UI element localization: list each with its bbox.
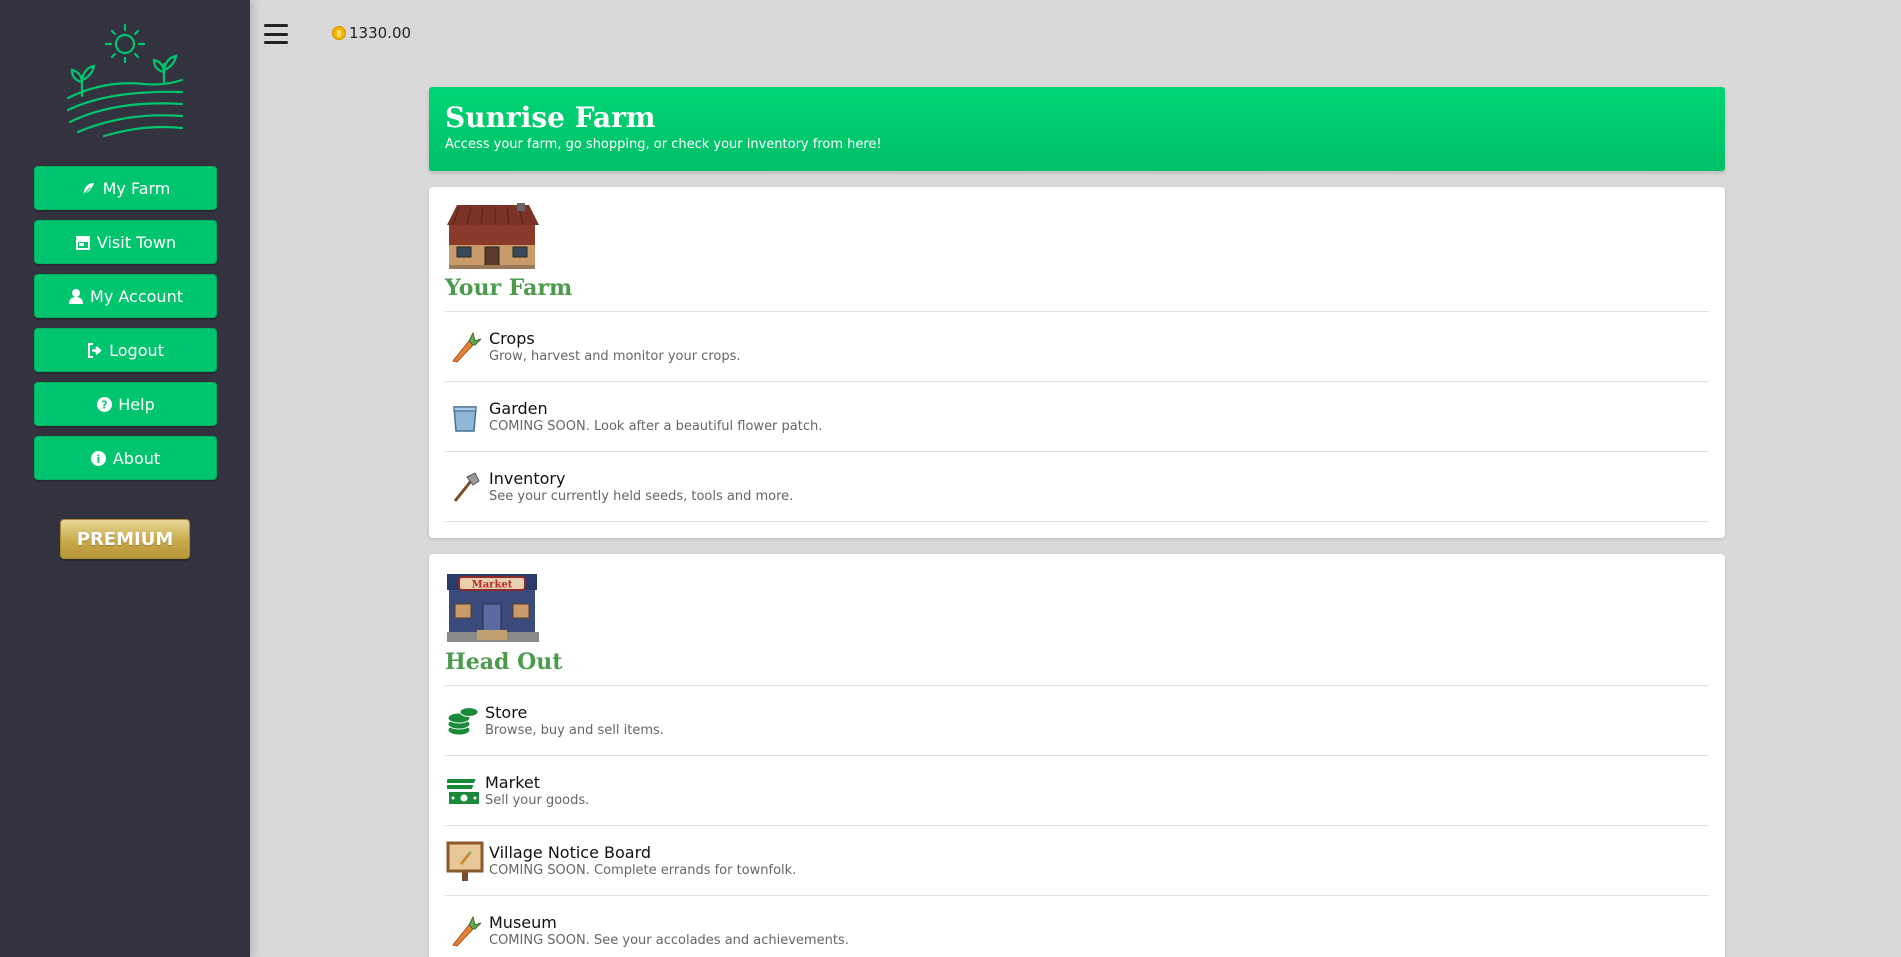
farm-section-title: Your Farm [445,275,1709,312]
svg-text:?: ? [101,399,107,411]
svg-text:i: i [97,453,101,465]
town-section-title: Head Out [445,649,1709,686]
inventory-title: Inventory [489,469,566,488]
money-icon [445,771,481,811]
my-account-label: My Account [90,286,183,306]
museum-row[interactable]: Museum COMING SOON. See your accolades a… [445,896,1709,957]
notice-board-row[interactable]: Village Notice Board COMING SOON. Comple… [445,826,1709,896]
shop-icon [75,234,91,250]
crops-row[interactable]: Crops Grow, harvest and monitor your cro… [445,312,1709,382]
carrot-icon [445,911,485,951]
garden-title: Garden [489,399,548,418]
market-title: Market [485,773,540,792]
visit-town-button[interactable]: Visit Town [34,220,217,264]
my-farm-label: My Farm [102,178,171,198]
user-icon [68,288,84,304]
page-title: Sunrise Farm [445,101,656,134]
museum-title: Museum [489,913,557,932]
crops-title: Crops [489,329,535,348]
help-label: Help [118,394,155,414]
visit-town-label: Visit Town [96,232,177,252]
menu-toggle-icon[interactable] [264,24,288,44]
store-title: Store [485,703,528,722]
my-account-button[interactable]: My Account [34,274,217,318]
page-header: Sunrise Farm Access your farm, go shoppi… [429,87,1725,171]
store-row[interactable]: Store Browse, buy and sell items. [445,686,1709,756]
help-button[interactable]: ? Help [34,382,217,426]
inventory-desc: See your currently held seeds, tools and… [489,489,794,504]
page-subtitle: Access your farm, go shopping, or check … [445,136,882,152]
my-farm-button[interactable]: My Farm [34,166,217,210]
crops-desc: Grow, harvest and monitor your crops. [489,349,741,364]
logout-button[interactable]: Logout [34,328,217,372]
coin-balance: 1330.00 [332,24,411,42]
question-icon: ? [96,396,112,412]
market-row[interactable]: Market Sell your goods. [445,756,1709,826]
sidebar: My Farm Visit Town My Account Logout ? H… [0,0,250,957]
coins-stack-icon [445,701,481,741]
logout-icon [87,342,103,358]
market-desc: Sell your goods. [485,793,590,808]
town-card: Market Head Out Store Browse, buy and se… [429,554,1725,957]
notice-board-icon [445,841,485,881]
market-building-icon: Market [447,574,539,642]
garden-desc: COMING SOON. Look after a beautiful flow… [489,419,823,434]
inventory-row[interactable]: Inventory See your currently held seeds,… [445,452,1709,522]
feather-icon [81,180,97,196]
premium-label: PREMIUM [76,528,174,550]
garden-row[interactable]: Garden COMING SOON. Look after a beautif… [445,382,1709,452]
info-icon: i [91,450,107,466]
premium-button[interactable]: PREMIUM [60,519,190,559]
market-sign-text: Market [472,580,513,591]
farm-card: Your Farm Crops Grow, harvest and monito… [429,187,1725,538]
farm-logo-icon [66,23,184,138]
museum-desc: COMING SOON. See your accolades and achi… [489,933,849,948]
coin-amount: 1330.00 [349,24,412,42]
pot-icon [445,397,485,437]
notice-board-desc: COMING SOON. Complete errands for townfo… [489,863,797,878]
coin-icon [332,26,346,40]
shovel-icon [445,467,485,507]
notice-board-title: Village Notice Board [489,843,652,862]
logout-label: Logout [109,340,164,360]
store-desc: Browse, buy and sell items. [485,723,664,738]
about-button[interactable]: i About [34,436,217,480]
about-label: About [112,448,161,468]
carrot-icon [445,327,485,367]
farmhouse-icon [447,203,539,269]
